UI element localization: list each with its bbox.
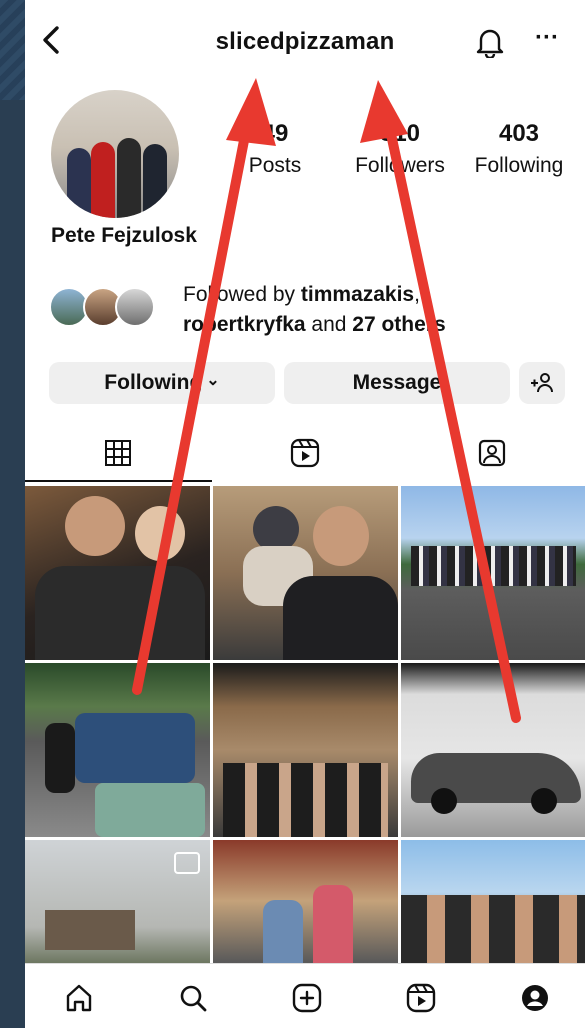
followed-by-prefix: Followed by bbox=[183, 283, 301, 306]
avatar-person bbox=[67, 148, 91, 218]
tagged-icon bbox=[478, 439, 506, 467]
following-count: 403 bbox=[498, 120, 540, 147]
profile-icon bbox=[522, 985, 548, 1011]
following-button[interactable]: Following ⌄ bbox=[49, 362, 275, 404]
chevron-down-icon: ⌄ bbox=[206, 372, 220, 389]
profile-display-name: Pete Fejzulosk bbox=[51, 224, 197, 247]
message-button-label: Message bbox=[352, 371, 442, 394]
reel-icon bbox=[174, 852, 200, 874]
profile-avatar[interactable] bbox=[51, 90, 179, 218]
nav-reels[interactable] bbox=[401, 978, 441, 1018]
instagram-profile-screen: slicedpizzaman ··· 49 Posts 310 Follower… bbox=[25, 0, 585, 1028]
more-dots-icon: ··· bbox=[535, 24, 559, 51]
more-options-button[interactable]: ··· bbox=[535, 24, 565, 54]
top-bar: slicedpizzaman ··· bbox=[25, 0, 585, 88]
post-thumbnail[interactable] bbox=[25, 486, 210, 660]
reels-icon bbox=[290, 438, 320, 468]
message-button[interactable]: Message bbox=[284, 362, 510, 404]
nav-create[interactable] bbox=[287, 978, 327, 1018]
followed-by-separator: , bbox=[414, 283, 420, 306]
post-thumbnail[interactable] bbox=[25, 663, 210, 837]
follower-username[interactable]: robertkryfka bbox=[183, 313, 306, 336]
followers-stat[interactable]: 310 Followers bbox=[340, 120, 460, 178]
posts-count: 49 bbox=[261, 120, 289, 147]
reels-icon bbox=[406, 983, 436, 1013]
post-thumbnail[interactable] bbox=[213, 663, 398, 837]
bell-icon bbox=[476, 29, 504, 60]
follower-username[interactable]: timmazakis bbox=[301, 283, 414, 306]
create-icon bbox=[292, 983, 322, 1013]
grid-icon bbox=[105, 440, 131, 466]
followed-by-text: Followed by timmazakis, robertkryfka and… bbox=[183, 280, 446, 340]
avatar-person bbox=[117, 138, 141, 218]
add-person-icon bbox=[531, 373, 553, 393]
posts-stat[interactable]: 49 Posts bbox=[225, 120, 325, 178]
followed-by-row[interactable]: Followed by timmazakis, robertkryfka and… bbox=[49, 280, 569, 340]
following-stat[interactable]: 403 Following bbox=[465, 120, 573, 178]
post-thumbnail[interactable] bbox=[401, 486, 585, 660]
tab-reels[interactable] bbox=[212, 425, 398, 481]
search-icon bbox=[180, 985, 207, 1012]
followers-label: Followers bbox=[355, 154, 445, 177]
following-button-label: Following bbox=[104, 371, 203, 394]
active-tab-indicator bbox=[25, 480, 212, 482]
followers-count: 310 bbox=[379, 120, 421, 147]
nav-search[interactable] bbox=[173, 978, 213, 1018]
profile-tabs bbox=[25, 425, 585, 483]
post-thumbnail[interactable] bbox=[213, 486, 398, 660]
suggest-people-button[interactable] bbox=[519, 362, 565, 404]
post-thumbnail[interactable] bbox=[401, 663, 585, 837]
notifications-button[interactable] bbox=[475, 26, 505, 60]
followed-by-and: and bbox=[305, 313, 353, 336]
bottom-navigation bbox=[25, 963, 585, 1028]
tab-tagged[interactable] bbox=[399, 425, 585, 481]
following-label: Following bbox=[474, 154, 564, 177]
follower-avatar bbox=[115, 287, 155, 327]
home-icon bbox=[66, 984, 92, 1012]
posts-label: Posts bbox=[248, 154, 302, 177]
nav-home[interactable] bbox=[59, 978, 99, 1018]
avatar-person bbox=[143, 144, 167, 218]
followed-by-others[interactable]: 27 others bbox=[352, 313, 445, 336]
tab-posts-grid[interactable] bbox=[25, 425, 211, 481]
avatar-person bbox=[91, 142, 115, 218]
nav-profile[interactable] bbox=[515, 978, 555, 1018]
